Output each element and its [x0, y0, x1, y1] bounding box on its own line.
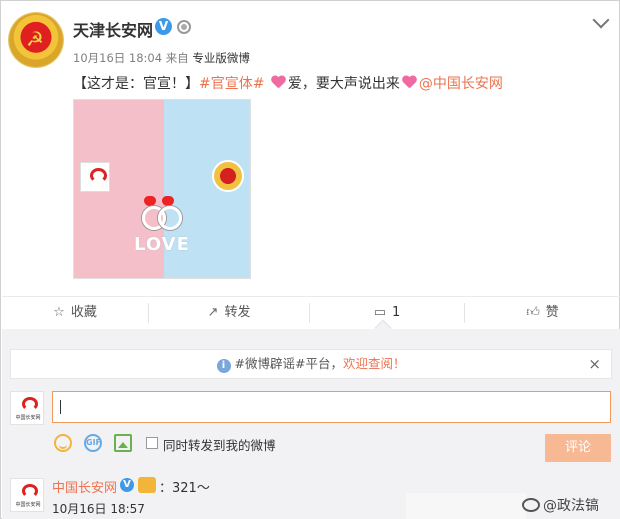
blurred-area: [406, 493, 526, 519]
wedding-rings-icon: [136, 196, 188, 232]
submit-comment-button[interactable]: 评论: [545, 434, 611, 462]
medal-icon[interactable]: [138, 477, 156, 493]
emoji-icon[interactable]: [54, 434, 72, 452]
medal-icon[interactable]: [177, 20, 191, 34]
post-image[interactable]: LOVE: [73, 99, 251, 279]
comment-input[interactable]: [52, 391, 611, 423]
topic-link[interactable]: #官宣体#: [199, 76, 264, 92]
chevron-down-icon[interactable]: [592, 11, 610, 29]
watermark-text: @政法镐: [543, 498, 599, 514]
notice-link[interactable]: 欢迎查阅！: [343, 356, 406, 371]
repost-checkbox[interactable]: [146, 437, 158, 449]
author-avatar[interactable]: ☭: [9, 13, 63, 67]
rumor-notice: i #微博辟谣#平台，欢迎查阅！ ×: [10, 349, 612, 379]
verified-icon[interactable]: V: [155, 18, 172, 35]
heart-icon: [162, 196, 174, 206]
repost-icon: ↗: [207, 305, 219, 320]
like-button[interactable]: 👍︎ 赞: [465, 297, 620, 329]
action-bar: ☆ 收藏 ↗ 转发 ▭ 1 👍︎ 赞: [2, 296, 620, 328]
post-source[interactable]: 专业版微博: [192, 51, 250, 65]
repost-checkbox-label[interactable]: 同时转发到我的微博: [163, 435, 276, 454]
author-name[interactable]: 天津长安网: [73, 17, 153, 41]
text-caret: [60, 400, 61, 414]
changan-logo: [80, 162, 110, 192]
close-icon[interactable]: ×: [588, 350, 601, 378]
logo-caption: 中国长安网: [15, 502, 41, 508]
comment-time: 10月16日 18:57: [52, 502, 145, 516]
comment-count: 1: [392, 305, 401, 320]
love-caption: LOVE: [134, 234, 190, 255]
favorite-button[interactable]: ☆ 收藏: [2, 297, 148, 329]
star-icon: ☆: [53, 305, 65, 320]
thumbs-up-icon: 👍︎: [526, 305, 540, 320]
my-avatar[interactable]: 中国长安网: [10, 391, 44, 425]
heart-emoji-icon: [402, 76, 417, 89]
watermark: @政法镐: [522, 495, 599, 515]
heart-icon: [144, 196, 156, 206]
repost-button[interactable]: ↗ 转发: [149, 297, 309, 329]
post-text-mid: 爱，要大声说出来: [287, 76, 400, 92]
source-prefix: 来自: [165, 51, 189, 65]
repost-label: 转发: [224, 305, 251, 320]
post-time[interactable]: 10月16日 18:04: [73, 51, 162, 65]
logo-caption: 中国长安网: [15, 415, 41, 421]
image-upload-icon[interactable]: [114, 434, 132, 452]
comment-text: ：321～: [159, 481, 210, 496]
party-emblem-icon: ☭: [26, 27, 44, 51]
notice-text[interactable]: #微博辟谣#平台，: [235, 356, 343, 371]
heart-emoji-icon: [271, 76, 286, 89]
info-icon: i: [216, 359, 231, 373]
party-emblem-badge: [212, 160, 244, 192]
weibo-post-card: ☭ 天津长安网 V 10月16日 18:04 来自 专业版微博 【这才是：官宣！…: [0, 0, 620, 519]
comment-section: i #微博辟谣#平台，欢迎查阅！ × 中国长安网 GIF 同时转发到我的微博 评论…: [2, 319, 620, 519]
gif-icon[interactable]: GIF: [84, 434, 102, 452]
post-text: 【这才是：官宣！】#官宣体# 爱，要大声说出来 @中国长安网: [73, 73, 503, 93]
post-meta: 10月16日 18:04 来自 专业版微博: [73, 50, 250, 66]
weibo-logo-icon: [522, 498, 540, 512]
commenter-name[interactable]: 中国长安网: [52, 477, 117, 496]
post-text-start: 【这才是：官宣！】: [73, 76, 199, 92]
like-label: 赞: [545, 305, 559, 320]
commenter-avatar[interactable]: 中国长安网: [10, 478, 44, 512]
verified-icon[interactable]: V: [120, 478, 134, 492]
ring-icon: [158, 206, 182, 230]
favorite-label: 收藏: [70, 305, 97, 320]
mention-link[interactable]: @中国长安网: [419, 76, 503, 92]
